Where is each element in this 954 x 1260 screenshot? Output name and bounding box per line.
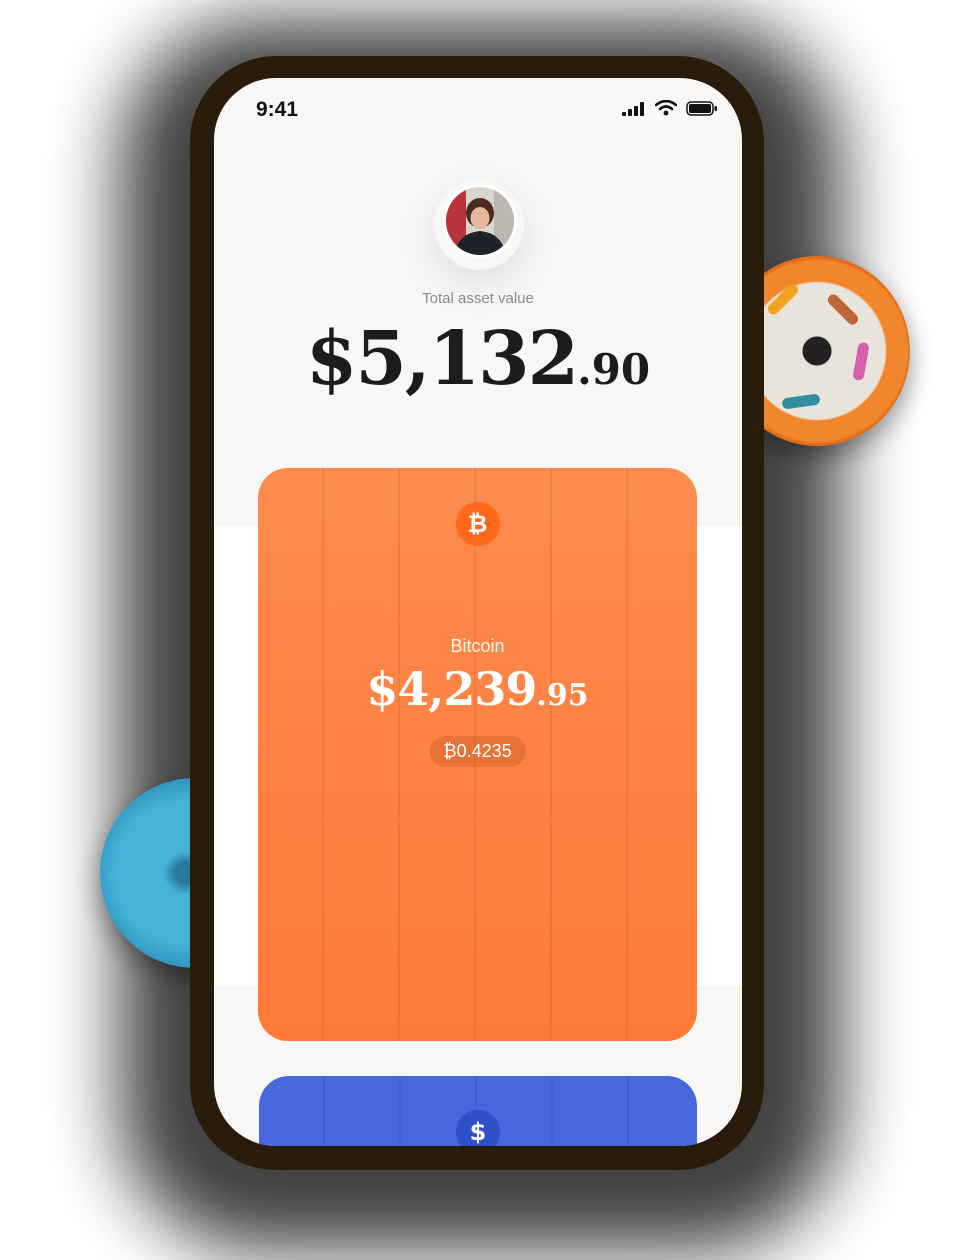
sprinkle	[852, 341, 870, 382]
total-asset-cents: .90	[577, 345, 651, 394]
usd-card[interactable]: $	[259, 1076, 697, 1146]
battery-icon	[686, 101, 717, 116]
sprinkle	[825, 292, 861, 327]
status-icons	[622, 100, 718, 116]
status-time: 9:41	[256, 98, 299, 121]
total-asset-value: $5,132.90	[214, 316, 742, 402]
dollar-icon: $	[456, 1110, 500, 1146]
cellular-signal-icon	[622, 102, 644, 116]
card-asset-name: Bitcoin	[450, 636, 505, 656]
card-asset-value: $4,239.95	[258, 662, 697, 716]
card-asset-dollars: $4,239	[366, 662, 537, 716]
bitcoin-card[interactable]: ₿ Bitcoin $4,239.95 ₿0.4235	[258, 468, 697, 1041]
wifi-icon	[655, 100, 677, 116]
bitcoin-holding-badge: ₿0.4235	[429, 736, 526, 767]
bitcoin-icon: ₿	[455, 502, 500, 546]
card-asset-cents: .95	[536, 678, 589, 713]
sprinkle	[765, 282, 801, 317]
total-asset-label: Total asset value	[422, 290, 534, 307]
user-avatar[interactable]	[443, 184, 517, 258]
avatar-photo	[446, 187, 514, 255]
sprinkle	[781, 393, 821, 410]
phone-screen: 9:41 Total asset value $5,132.90 ₿ Bitco…	[214, 78, 742, 1146]
total-asset-dollars: $5,132	[305, 316, 579, 402]
